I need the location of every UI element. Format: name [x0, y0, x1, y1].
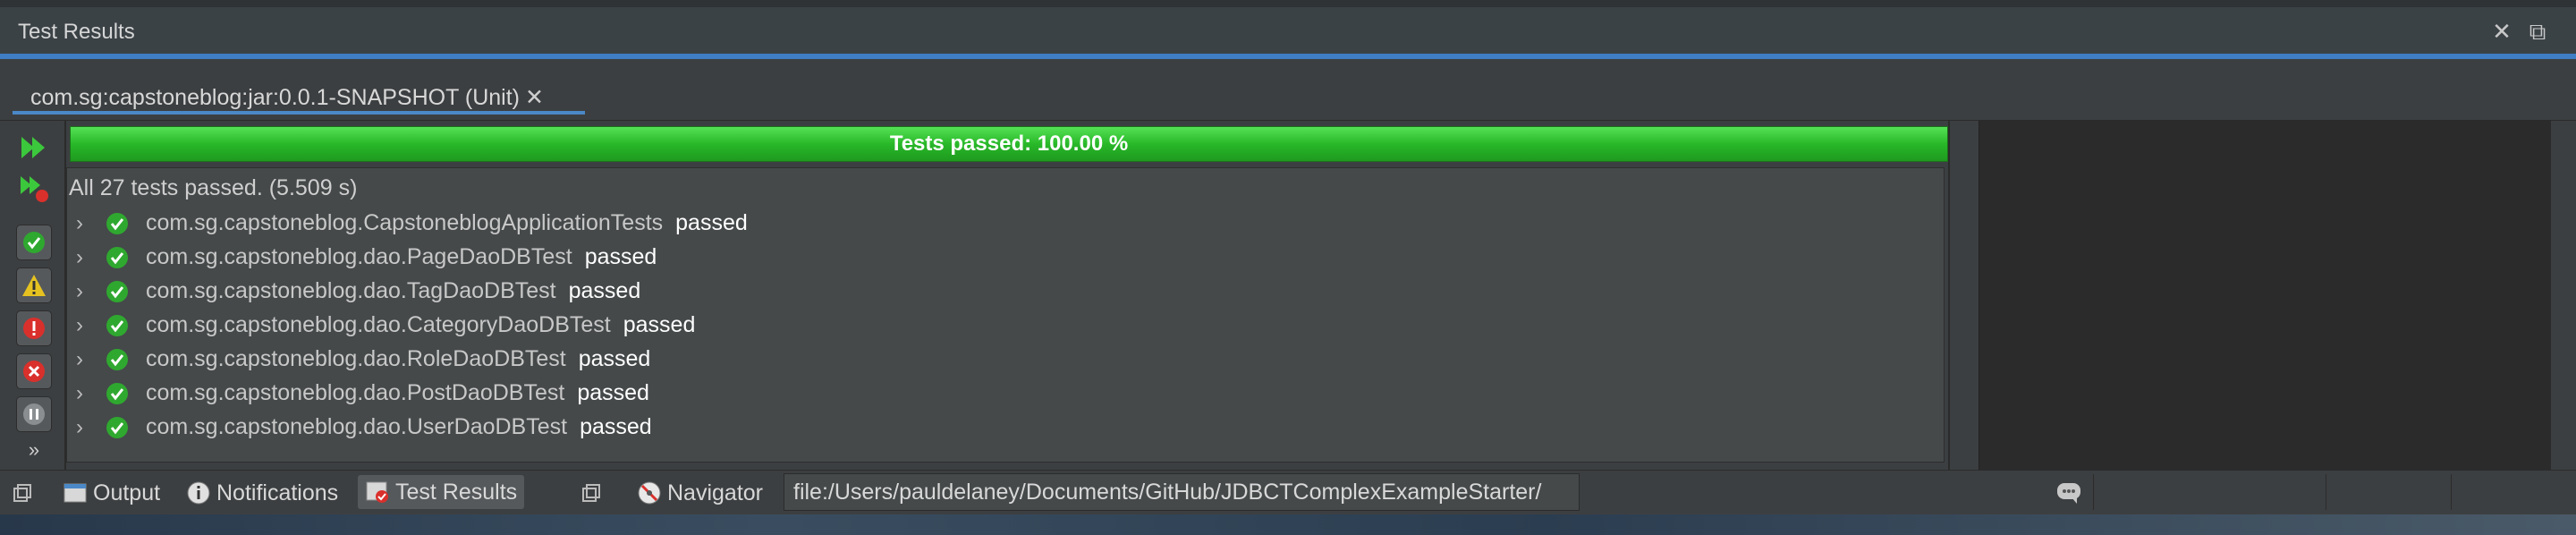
test-class-name: com.sg.capstoneblog.dao.PostDaoDBTest	[146, 380, 565, 405]
progress-label: Tests passed: 100.00 %	[889, 132, 1129, 156]
tab-close-icon[interactable]: ✕	[525, 85, 544, 110]
show-aborted-icon	[23, 361, 45, 382]
passed-check-icon	[106, 349, 128, 370]
expand-chevron-icon[interactable]: ›	[76, 245, 83, 270]
notifications-label: Notifications	[216, 480, 339, 505]
rerun-button[interactable]	[16, 130, 52, 166]
show-passed-toggle[interactable]	[16, 225, 52, 260]
test-name: com.sg.capstoneblog.dao.PostDaoDBTest pas…	[146, 380, 649, 406]
output-icon	[64, 483, 87, 503]
passed-check-icon	[106, 213, 128, 234]
test-status: passed	[623, 312, 696, 337]
navigator-tab[interactable]: Navigator	[637, 471, 763, 515]
desktop-background	[0, 514, 2576, 535]
test-name: com.sg.capstoneblog.dao.PageDaoDBTest pas…	[146, 244, 657, 270]
test-class-name: com.sg.capstoneblog.dao.PageDaoDBTest	[146, 244, 572, 269]
expand-chevron-icon[interactable]: ›	[76, 347, 83, 372]
restore-window-button[interactable]: ⧉	[2522, 16, 2553, 47]
show-warnings-toggle[interactable]	[16, 268, 52, 303]
navigator-label: Navigator	[667, 480, 763, 505]
test-status: passed	[675, 210, 748, 235]
test-results-panel: » Tests passed: 100.00 % All 27 tests pa…	[0, 121, 2576, 470]
test-class-name: com.sg.capstoneblog.dao.RoleDaoDBTest	[146, 346, 566, 371]
restore-panel-button[interactable]	[581, 471, 606, 515]
test-row[interactable]: › com.sg.capstoneblog.dao.PageDaoDBTest pa…	[67, 242, 1856, 276]
test-status: passed	[580, 414, 652, 439]
test-row[interactable]: › com.sg.capstoneblog.dao.TagDaoDBTest pas…	[67, 276, 1856, 310]
test-name: com.sg.capstoneblog.dao.RoleDaoDBTest pas…	[146, 346, 650, 372]
passed-check-icon	[106, 281, 128, 302]
show-ignored-toggle[interactable]	[16, 396, 52, 432]
test-toolbar: »	[0, 121, 61, 470]
test-results-label: Test Results	[395, 479, 518, 505]
tab-label: com.sg:capstoneblog:jar:0.0.1-SNAPSHOT (…	[30, 85, 520, 110]
notifications-tab[interactable]: Notifications	[186, 471, 338, 515]
window-icon	[13, 484, 31, 502]
summary-text: All 27 tests passed. (5.509 s)	[69, 175, 358, 200]
test-status: passed	[584, 244, 657, 269]
output-tab[interactable]: Output	[63, 471, 160, 515]
show-errors-icon	[23, 318, 45, 339]
passed-check-icon	[106, 247, 128, 268]
more-icon[interactable]: »	[16, 432, 52, 468]
expand-chevron-icon[interactable]: ›	[76, 279, 83, 304]
show-errors-toggle[interactable]	[16, 310, 52, 346]
show-ignored-icon	[23, 403, 45, 425]
test-row[interactable]: › com.sg.capstoneblog.dao.UserDaoDBTest pa…	[67, 412, 1856, 446]
minimize-panel-button[interactable]	[13, 471, 38, 515]
test-class-name: com.sg.capstoneblog.dao.TagDaoDBTest	[146, 278, 556, 303]
url-field[interactable]: file:/Users/pauldelaney/Documents/GitHub…	[784, 473, 1580, 511]
navigator-icon	[638, 481, 661, 505]
test-name: com.sg.capstoneblog.dao.UserDaoDBTest pas…	[146, 414, 652, 440]
test-name: com.sg.capstoneblog.CapstoneblogApplicat…	[146, 210, 748, 236]
test-row[interactable]: › com.sg.capstoneblog.CapstoneblogApplica…	[67, 208, 1856, 242]
output-label: Output	[93, 480, 161, 505]
test-class-name: com.sg.capstoneblog.dao.UserDaoDBTest	[146, 414, 568, 439]
rerun-failed-icon	[21, 176, 48, 202]
scrollbar-gutter	[2551, 121, 2576, 470]
test-row[interactable]: › com.sg.capstoneblog.dao.CategoryDaoDBTe…	[67, 310, 1856, 344]
rerun-failed-button[interactable]	[16, 171, 52, 207]
test-row[interactable]: › com.sg.capstoneblog.dao.PostDaoDBTest pa…	[67, 378, 1856, 412]
show-passed-icon	[23, 232, 45, 253]
window-top-strip	[0, 0, 2576, 7]
test-status: passed	[568, 278, 641, 303]
title-bar: Test Results ✕ ⧉	[0, 7, 2576, 59]
test-results-tab[interactable]: Test Results	[358, 475, 525, 509]
rerun-icon	[21, 137, 45, 158]
test-status: passed	[578, 346, 651, 371]
passed-check-icon	[106, 315, 128, 336]
output-console[interactable]	[1979, 121, 2552, 470]
expand-chevron-icon[interactable]: ›	[76, 211, 83, 236]
test-row[interactable]: › com.sg.capstoneblog.dao.RoleDaoDBTest pa…	[67, 344, 1856, 378]
tab-bar: com.sg:capstoneblog:jar:0.0.1-SNAPSHOT (…	[0, 59, 2576, 121]
window-title: Test Results	[18, 20, 135, 44]
close-window-button[interactable]: ✕	[2487, 16, 2517, 47]
expand-chevron-icon[interactable]: ›	[76, 381, 83, 406]
test-results-icon	[366, 481, 388, 503]
test-name: com.sg.capstoneblog.dao.TagDaoDBTest pass…	[146, 278, 640, 304]
test-tree: All 27 tests passed. (5.509 s) › com.sg.c…	[66, 167, 1945, 463]
window-icon	[582, 484, 600, 502]
chat-button[interactable]	[2055, 471, 2088, 515]
expand-chevron-icon[interactable]: ›	[76, 313, 83, 338]
expand-chevron-icon[interactable]: ›	[76, 415, 83, 440]
test-class-name: com.sg.capstoneblog.dao.CategoryDaoDBTes…	[146, 312, 611, 337]
results-content: Tests passed: 100.00 % All 27 tests pass…	[64, 121, 1950, 470]
passed-check-icon	[106, 383, 128, 404]
chat-icon	[2057, 483, 2080, 504]
test-name: com.sg.capstoneblog.dao.CategoryDaoDBTes…	[146, 312, 695, 338]
status-bar: Output Notifications Test Results Naviga…	[0, 470, 2576, 515]
passed-check-icon	[106, 417, 128, 438]
info-icon	[187, 481, 210, 505]
show-aborted-toggle[interactable]	[16, 353, 52, 389]
test-status: passed	[577, 380, 649, 405]
progress-bar: Tests passed: 100.00 %	[70, 126, 1948, 162]
tab-test-run[interactable]: com.sg:capstoneblog:jar:0.0.1-SNAPSHOT (…	[13, 70, 585, 115]
test-class-name: com.sg.capstoneblog.CapstoneblogApplicat…	[146, 210, 664, 235]
show-warnings-icon	[22, 275, 46, 296]
